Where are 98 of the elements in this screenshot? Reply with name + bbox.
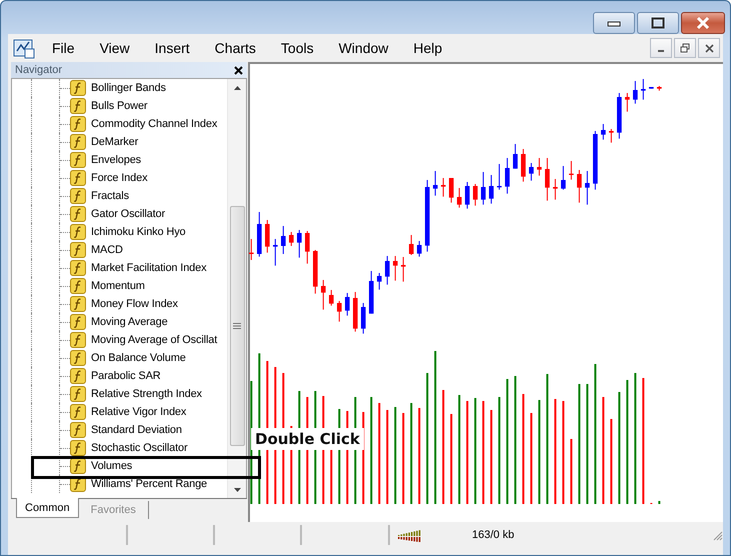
- close-button[interactable]: [681, 12, 725, 34]
- menu-item[interactable]: Charts: [206, 38, 265, 58]
- tree-item[interactable]: MACD: [91, 244, 123, 256]
- function-icon: [70, 152, 86, 168]
- annotation-label: Double Click: [251, 428, 364, 450]
- tree-item[interactable]: Parabolic SAR: [91, 370, 161, 382]
- volume-bar: [570, 439, 572, 504]
- function-icon: [70, 206, 86, 222]
- candlestick: [560, 166, 566, 190]
- scroll-thumb[interactable]: [230, 206, 244, 446]
- candlestick: [448, 178, 454, 203]
- tree-item[interactable]: On Balance Volume: [91, 352, 186, 364]
- grip-icon: [233, 322, 241, 330]
- candlestick: [608, 129, 614, 143]
- function-icon: [70, 260, 86, 276]
- tree-item[interactable]: Williams' Percent Range: [91, 478, 208, 490]
- menu-item[interactable]: Insert: [146, 38, 199, 58]
- minimize-icon: [607, 19, 621, 27]
- function-icon: [70, 116, 86, 132]
- tree-item[interactable]: Force Index: [91, 172, 148, 184]
- resize-grip-icon[interactable]: [711, 529, 723, 541]
- tree-item[interactable]: Fractals: [91, 190, 129, 202]
- function-icon: [70, 134, 86, 150]
- chart-window-icon[interactable]: [13, 37, 35, 59]
- function-icon: [70, 386, 86, 402]
- candlestick: [337, 300, 342, 322]
- function-icon: [70, 422, 86, 438]
- tree-item[interactable]: Envelopes: [91, 154, 142, 166]
- volume-bar: [658, 500, 660, 504]
- menu-item[interactable]: Help: [404, 38, 452, 58]
- menu-item[interactable]: File: [43, 38, 84, 58]
- candlestick: [305, 230, 310, 264]
- tree-item[interactable]: Relative Strength Index: [91, 388, 202, 400]
- connection-bars-icon: [398, 528, 422, 542]
- tree-item[interactable]: DeMarker: [91, 136, 138, 148]
- scrollbar[interactable]: [227, 79, 246, 498]
- tree-item[interactable]: Market Facilitation Index: [91, 262, 206, 274]
- minimize-button[interactable]: [650, 38, 672, 58]
- tree-item[interactable]: Bulls Power: [91, 100, 148, 112]
- function-icon: [70, 170, 86, 186]
- candlestick: [408, 234, 414, 255]
- tree-item[interactable]: Money Flow Index: [91, 298, 178, 310]
- minimize-button[interactable]: [593, 12, 635, 34]
- candlestick: [369, 270, 374, 314]
- maximize-button[interactable]: [637, 12, 679, 34]
- candlestick: [648, 87, 654, 89]
- function-icon: [70, 332, 86, 348]
- traffic-indicator: 163/0 kb: [472, 529, 514, 541]
- function-icon: [70, 80, 86, 96]
- candlestick: [416, 240, 422, 257]
- candlestick: [456, 188, 462, 208]
- tree-item[interactable]: Volumes: [91, 460, 132, 472]
- menu-item[interactable]: Tools: [272, 38, 323, 58]
- function-icon: [70, 368, 86, 384]
- tree-item[interactable]: Ichimoku Kinko Hyo: [91, 226, 186, 238]
- function-icon: [70, 242, 86, 258]
- panel-title: Navigator: [15, 64, 62, 76]
- function-icon: [70, 440, 86, 456]
- tab[interactable]: Common: [16, 498, 79, 518]
- maximize-icon: [651, 17, 665, 29]
- candlestick: [353, 292, 358, 332]
- tree-item[interactable]: Gator Oscillator: [91, 208, 166, 220]
- close-icon[interactable]: [234, 66, 243, 74]
- function-icon: [70, 278, 86, 294]
- candlestick: [297, 230, 302, 258]
- function-icon: [70, 350, 86, 366]
- menu-item[interactable]: Window: [330, 38, 398, 58]
- candlestick: [472, 184, 478, 206]
- function-icon: [70, 188, 86, 204]
- close-icon: [704, 44, 714, 52]
- close-button[interactable]: [698, 38, 720, 58]
- restore-button[interactable]: [674, 38, 696, 58]
- candlestick: [257, 212, 262, 257]
- candlestick: [496, 164, 502, 190]
- function-icon: [70, 404, 86, 420]
- candlestick: [376, 272, 382, 290]
- tree-item[interactable]: Commodity Channel Index: [91, 118, 218, 130]
- tree-item[interactable]: Bollinger Bands: [91, 82, 166, 94]
- candlestick: [289, 232, 294, 246]
- function-icon: [70, 98, 86, 114]
- candlestick: [313, 250, 318, 294]
- tree-item[interactable]: Relative Vigor Index: [91, 406, 186, 418]
- function-icon: [70, 458, 86, 474]
- candlestick: [512, 144, 518, 169]
- candlestick: [592, 131, 598, 190]
- close-icon: [695, 16, 711, 30]
- function-icon: [70, 314, 86, 330]
- candlestick: [656, 86, 662, 91]
- function-icon: [70, 224, 86, 240]
- tree-item[interactable]: Moving Average of Oscillat: [91, 334, 218, 346]
- tree-item[interactable]: Stochastic Oscillator: [91, 442, 188, 454]
- menu-item[interactable]: View: [90, 38, 139, 58]
- tree-item[interactable]: Standard Deviation: [91, 424, 182, 436]
- tree-item[interactable]: Momentum: [91, 280, 145, 292]
- tree-item[interactable]: Moving Average: [91, 316, 168, 328]
- restore-icon: [680, 43, 690, 53]
- candlestick: [329, 290, 334, 306]
- function-icon: [70, 296, 86, 312]
